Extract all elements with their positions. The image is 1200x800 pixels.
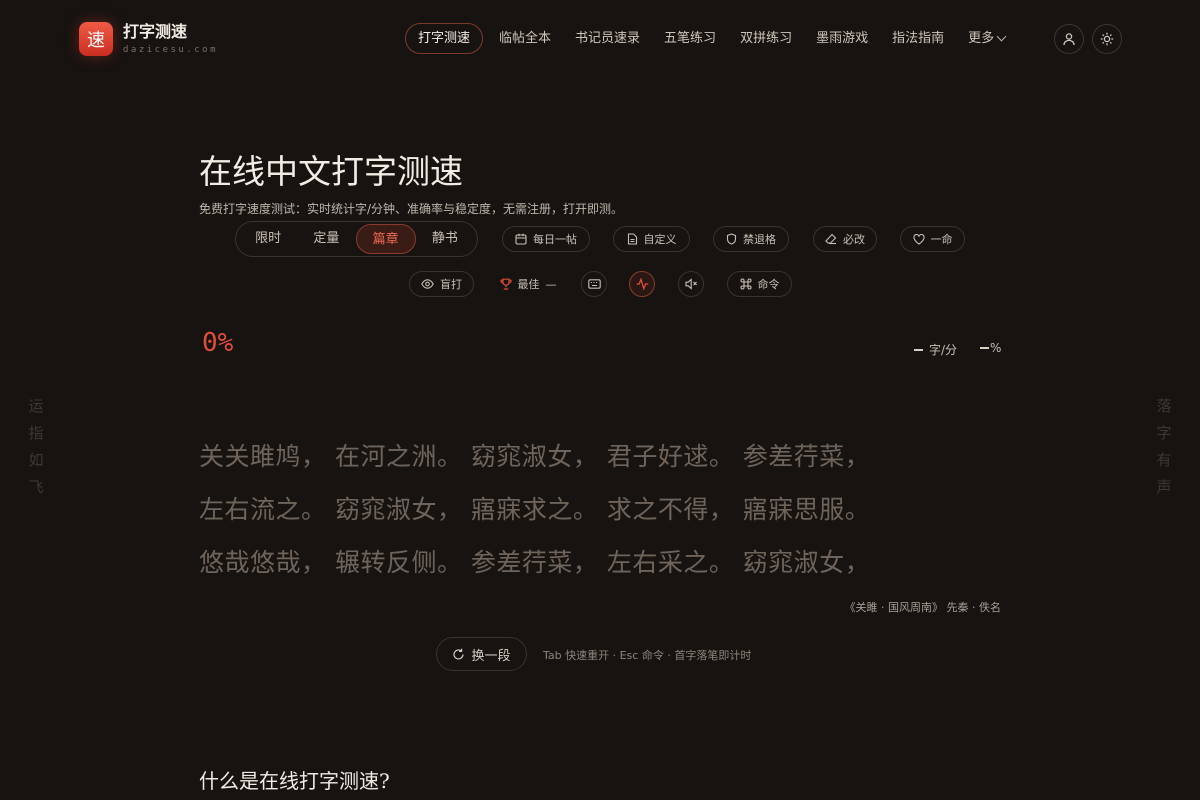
keyboard-toggle[interactable] — [581, 271, 607, 297]
eraser-icon — [825, 233, 837, 245]
speed-unit: 字/分 — [929, 343, 958, 357]
accuracy-placeholder-dash — [980, 347, 989, 349]
next-passage-button[interactable]: 换一段 — [436, 637, 527, 671]
mode-tabs: 限时 定量 篇章 静书 — [235, 221, 478, 257]
side-right-char: 落 — [1156, 397, 1172, 415]
side-motto-right: 落 字 有 声 — [1154, 393, 1174, 501]
nav-item-fingering[interactable]: 指法指南 — [880, 24, 956, 53]
nav-more-label: 更多 — [968, 31, 995, 46]
must-fix-label: 必改 — [843, 233, 865, 246]
heart-icon — [912, 233, 925, 245]
nav-item-games[interactable]: 墨雨游戏 — [804, 24, 880, 53]
nav-item-stenographer[interactable]: 书记员速录 — [563, 24, 652, 53]
trophy-icon — [499, 278, 512, 290]
tab-quantity[interactable]: 定量 — [297, 224, 355, 254]
daily-passage-label: 每日一帖 — [533, 233, 577, 246]
page-subtitle: 免费打字速度测试：实时统计字/分钟、准确率与稳定度，无需注册，打开即测。 — [199, 202, 624, 216]
shield-icon — [726, 233, 737, 245]
accuracy-stat: % — [980, 341, 1001, 355]
side-left-char: 运 — [28, 397, 44, 415]
progress-percent: 0% — [202, 328, 234, 358]
faq-heading: 什么是在线打字测速? — [199, 769, 390, 793]
chevron-down-icon — [996, 31, 1007, 42]
best-record: 最佳 — — [490, 271, 566, 297]
user-button[interactable] — [1054, 24, 1084, 54]
blind-typing-label: 盲打 — [440, 278, 462, 291]
command-button[interactable]: 命令 — [727, 271, 792, 297]
side-left-char: 指 — [28, 424, 44, 442]
side-left-char: 如 — [28, 451, 44, 469]
user-icon — [1063, 33, 1075, 46]
side-motto-left: 运 指 如 飞 — [26, 393, 46, 501]
accuracy-unit: % — [990, 341, 1002, 355]
mute-toggle[interactable] — [678, 271, 704, 297]
speed-stat: 字/分 — [914, 341, 957, 358]
nav-item-typing-test[interactable]: 打字测速 — [405, 23, 484, 54]
speed-placeholder-dash — [914, 348, 923, 351]
passage-source: 《关雎 · 国风周南》 先秦 · 佚名 — [844, 601, 1001, 614]
logo-mark: 速 — [79, 22, 113, 56]
keyboard-icon — [587, 279, 601, 289]
brand-domain: dazicesu.com — [123, 45, 219, 55]
passage-line: 左右流之。 窈窕淑女， 寤寐求之。 求之不得， 寤寐思服。 — [199, 495, 871, 524]
must-fix-toggle[interactable]: 必改 — [813, 226, 877, 252]
sun-icon — [1100, 32, 1114, 46]
page-title: 在线中文打字测速 — [199, 152, 463, 191]
theme-toggle-button[interactable] — [1092, 24, 1122, 54]
refresh-icon — [453, 648, 465, 660]
one-life-label: 一命 — [930, 233, 953, 246]
activity-icon — [636, 278, 648, 290]
command-label: 命令 — [757, 278, 780, 291]
command-icon — [739, 278, 752, 290]
blind-typing-toggle[interactable]: 盲打 — [409, 271, 474, 297]
realtime-chart-toggle[interactable] — [629, 271, 655, 297]
no-backspace-label: 禁退格 — [743, 233, 776, 246]
tab-timed[interactable]: 限时 — [239, 224, 297, 254]
nav-more-menu[interactable]: 更多 — [956, 24, 1017, 53]
side-right-char: 字 — [1156, 424, 1172, 442]
side-right-char: 有 — [1156, 451, 1172, 469]
custom-text-label: 自定义 — [643, 233, 677, 246]
brand-logo[interactable]: 速 打字测速 dazicesu.com — [79, 22, 218, 56]
shortcut-hint: Tab 快速重开 · Esc 命令 · 首字落笔即计时 — [543, 649, 752, 662]
best-label: 最佳 — [517, 278, 540, 291]
typing-passage[interactable]: 关关雎鸠， 在河之洲。 窈窕淑女， 君子好逑。 参差荇菜， 左右流之。 窈窕淑女… — [199, 437, 870, 596]
next-passage-label: 换一段 — [471, 648, 511, 664]
nav-item-copybook[interactable]: 临帖全本 — [487, 24, 563, 53]
brand-name: 打字测速 — [123, 22, 188, 41]
daily-passage-button[interactable]: 每日一帖 — [502, 226, 590, 252]
main-nav: 打字测速 临帖全本 书记员速录 五笔练习 双拼练习 墨雨游戏 指法指南 更多 — [405, 23, 1017, 54]
one-life-toggle[interactable]: 一命 — [900, 226, 965, 252]
no-backspace-toggle[interactable]: 禁退格 — [713, 226, 789, 252]
calendar-icon — [515, 233, 527, 245]
passage-line: 关关雎鸠， 在河之洲。 窈窕淑女， 君子好逑。 参差荇菜， — [199, 442, 871, 471]
custom-text-button[interactable]: 自定义 — [613, 226, 690, 252]
side-right-char: 声 — [1156, 478, 1172, 496]
nav-item-wubi[interactable]: 五笔练习 — [652, 24, 728, 53]
nav-item-shuangpin[interactable]: 双拼练习 — [728, 24, 804, 53]
side-left-char: 飞 — [28, 478, 44, 496]
document-icon — [627, 233, 637, 245]
best-value: — — [545, 277, 557, 291]
tab-passage[interactable]: 篇章 — [355, 224, 416, 254]
passage-line: 悠哉悠哉， 辗转反侧。 参差荇菜， 左右采之。 窈窕淑女， — [199, 548, 871, 577]
mute-icon — [684, 278, 697, 290]
eye-icon — [421, 279, 434, 289]
tab-silent-book[interactable]: 静书 — [416, 224, 474, 254]
